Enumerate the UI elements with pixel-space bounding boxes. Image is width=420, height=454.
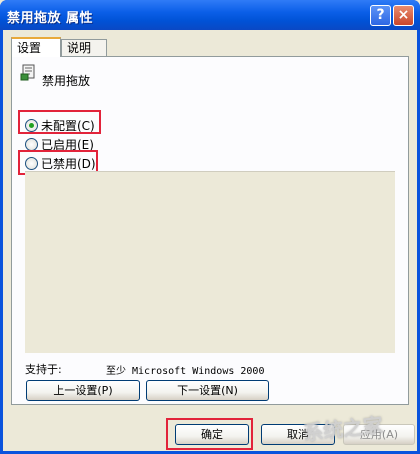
- tab-settings[interactable]: 设置: [11, 37, 61, 57]
- supported-on-label: 支持于:: [25, 363, 62, 376]
- close-button[interactable]: ×: [393, 5, 414, 26]
- help-button[interactable]: ?: [370, 5, 391, 26]
- title-bar[interactable]: 禁用拖放 属性 ? ×: [0, 0, 420, 30]
- policy-scroll-icon: [20, 64, 35, 81]
- dialog-window: 禁用拖放 属性 ? × 设置 说明 禁用拖放 未配置(C) 已启用(E) 已禁用…: [0, 0, 420, 454]
- supported-on-value: 至少 Microsoft Windows 2000: [106, 366, 265, 377]
- highlight-box-ok: [166, 418, 253, 450]
- highlight-box-not-configured: [18, 110, 101, 134]
- next-setting-button[interactable]: 下一设置(N): [146, 380, 269, 401]
- tab-explain[interactable]: 说明: [61, 39, 107, 56]
- previous-setting-button[interactable]: 上一设置(P): [26, 380, 140, 401]
- policy-name: 禁用拖放: [42, 74, 91, 88]
- description-area: [25, 171, 395, 353]
- dialog-body: 设置 说明 禁用拖放 未配置(C) 已启用(E) 已禁用(D) 支持于: 至少 …: [3, 30, 417, 451]
- window-title: 禁用拖放 属性: [7, 11, 94, 26]
